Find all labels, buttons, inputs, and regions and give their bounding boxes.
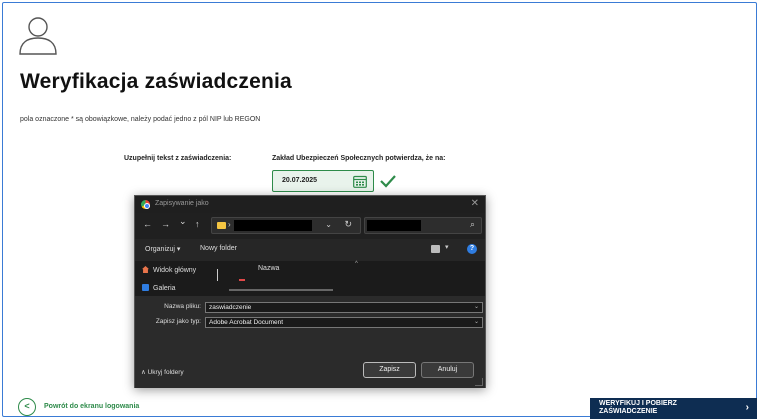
verify-label-line1: WERYFIKUJ I POBIERZ bbox=[599, 400, 677, 407]
column-header-name[interactable]: Nazwa bbox=[258, 265, 279, 272]
chevron-down-icon[interactable]: ⌄ bbox=[325, 220, 332, 229]
filename-value: zaswiadczenie bbox=[209, 304, 252, 311]
refresh-icon[interactable]: ↻ bbox=[344, 219, 352, 230]
search-icon[interactable]: ⌕ bbox=[470, 219, 475, 230]
dialog-navbar: ← → ⌄ ↑ › ⌄ ↻ ⌕ bbox=[135, 213, 485, 239]
calendar-icon[interactable] bbox=[353, 175, 367, 188]
redacted-search bbox=[367, 220, 421, 231]
chrome-icon bbox=[141, 200, 150, 209]
sidebar-item-label: Widok główny bbox=[153, 267, 197, 274]
zus-confirms-label: Zakład Ubezpieczeń Społecznych potwierdz… bbox=[272, 155, 446, 162]
dialog-title: Zapisywanie jako bbox=[155, 200, 209, 207]
address-bar[interactable]: › ⌄ ↻ bbox=[211, 217, 361, 234]
verify-label-line2: ZAŚWIADCZENIE bbox=[599, 408, 658, 415]
date-value: 20.07.2025 bbox=[282, 177, 318, 184]
close-icon[interactable]: ✕ bbox=[471, 198, 479, 209]
sidebar-item-label: Galeria bbox=[153, 285, 176, 292]
filename-input[interactable]: zaswiadczenie ⌄ bbox=[205, 302, 483, 313]
verify-button-label: WERYFIKUJ I POBIERZ ZAŚWIADCZENIE bbox=[599, 400, 677, 416]
organize-menu[interactable]: Organizuj ▾ bbox=[145, 245, 180, 253]
search-input[interactable]: ⌕ bbox=[364, 217, 482, 234]
horizontal-scrollbar[interactable] bbox=[229, 289, 333, 291]
dialog-toolbar: Organizuj ▾ Nowy folder ▾ ? bbox=[135, 239, 485, 261]
checkmark-icon bbox=[380, 175, 396, 188]
breadcrumb-arrow-icon: › bbox=[228, 220, 231, 229]
filetype-label: Zapisz jako typ: bbox=[155, 318, 201, 325]
file-item-marker bbox=[239, 279, 245, 281]
chevron-left-icon: < bbox=[18, 398, 36, 416]
dialog-content: Widok główny Galeria Nazwa ^ bbox=[135, 261, 485, 296]
back-to-login-label: Powrót do ekranu logowania bbox=[44, 403, 140, 410]
dialog-titlebar[interactable]: Zapisywanie jako ✕ bbox=[135, 196, 485, 213]
help-icon[interactable]: ? bbox=[467, 244, 477, 254]
filename-label: Nazwa pliku: bbox=[164, 303, 201, 310]
user-avatar-icon bbox=[19, 17, 57, 55]
resize-grip-icon[interactable] bbox=[475, 378, 483, 386]
save-button[interactable]: Zapisz bbox=[363, 362, 416, 378]
forward-arrow-icon[interactable]: → bbox=[161, 219, 170, 229]
up-arrow-icon[interactable]: ↑ bbox=[195, 219, 200, 229]
view-options-icon[interactable] bbox=[431, 245, 440, 253]
sort-indicator-icon: ^ bbox=[355, 261, 358, 267]
filetype-select[interactable]: Adobe Acrobat Document ⌄ bbox=[205, 317, 483, 328]
home-icon bbox=[142, 266, 149, 273]
save-as-dialog: Zapisywanie jako ✕ ← → ⌄ ↑ › ⌄ ↻ ⌕ Organ… bbox=[134, 195, 486, 388]
hide-folders-toggle[interactable]: ∧ Ukryj foldery bbox=[141, 368, 184, 376]
chevron-down-icon[interactable]: ⌄ bbox=[474, 318, 479, 327]
pane-splitter[interactable] bbox=[217, 269, 218, 281]
gallery-icon bbox=[142, 284, 149, 291]
view-chevron-icon[interactable]: ▾ bbox=[445, 243, 449, 251]
cancel-button[interactable]: Anuluj bbox=[421, 362, 474, 378]
required-fields-note: pola oznaczone * są obowiązkowe, należy … bbox=[20, 116, 261, 123]
sidebar-item-home[interactable]: Widok główny bbox=[142, 266, 196, 274]
chevron-down-icon[interactable]: ⌄ bbox=[474, 303, 479, 312]
redacted-path bbox=[234, 220, 312, 231]
new-folder-button[interactable]: Nowy folder bbox=[200, 245, 237, 252]
certificate-text-label: Uzupełnij tekst z zaświadczenia: bbox=[124, 155, 232, 162]
chevron-right-icon: › bbox=[745, 402, 749, 413]
folder-icon bbox=[217, 222, 226, 229]
sidebar-item-gallery[interactable]: Galeria bbox=[142, 284, 176, 292]
back-arrow-icon[interactable]: ← bbox=[143, 219, 152, 229]
recent-chevron-icon[interactable]: ⌄ bbox=[179, 216, 187, 227]
date-field[interactable]: 20.07.2025 bbox=[272, 170, 374, 192]
dialog-lower-panel: Nazwa pliku: zaswiadczenie ⌄ Zapisz jako… bbox=[135, 296, 485, 388]
verify-and-download-button[interactable]: WERYFIKUJ I POBIERZ ZAŚWIADCZENIE › bbox=[590, 398, 757, 419]
page-title: Weryfikacja zaświadczenia bbox=[20, 70, 292, 93]
filetype-value: Adobe Acrobat Document bbox=[209, 319, 284, 326]
